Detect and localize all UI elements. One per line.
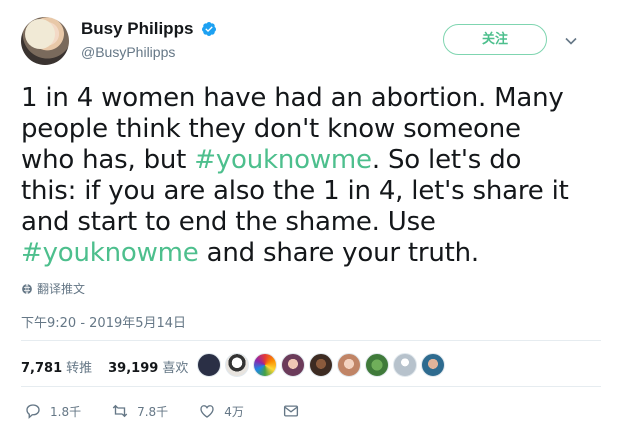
likes-stat[interactable]: 39,199 喜欢 <box>108 357 188 376</box>
author-handle[interactable]: @BusyPhilipps <box>81 44 175 60</box>
liker-avatar[interactable] <box>365 353 389 377</box>
retweets-count: 7,781 <box>21 361 63 376</box>
liker-avatar[interactable] <box>421 353 445 377</box>
divider <box>21 340 601 341</box>
envelope-icon <box>283 405 298 417</box>
heart-icon <box>200 405 214 418</box>
verified-badge-icon <box>201 22 216 36</box>
likes-count: 39,199 <box>108 361 159 376</box>
hashtag-link[interactable]: #youknowme <box>194 145 372 175</box>
tweet-stats: 7,781 转推 39,199 喜欢 <box>21 357 188 376</box>
author-avatar[interactable] <box>21 17 69 65</box>
liker-avatar[interactable] <box>393 353 417 377</box>
liker-avatar[interactable] <box>309 353 333 377</box>
liker-avatar[interactable] <box>337 353 361 377</box>
tweet-timestamp[interactable]: 下午9:20 - 2019年5月14日 <box>21 312 186 331</box>
like-button[interactable]: 4万 <box>198 402 244 420</box>
retweet-count: 7.8千 <box>137 404 169 419</box>
tweet-text: 1 in 4 women have had an abortion. Many … <box>21 83 581 269</box>
liker-avatars <box>197 353 445 377</box>
hashtag-link[interactable]: #youknowme <box>21 238 199 268</box>
liker-avatar[interactable] <box>225 353 249 377</box>
retweet-icon <box>112 404 128 418</box>
direct-message-button[interactable] <box>282 402 300 420</box>
tweet-text-segment: and share your truth. <box>198 238 480 268</box>
liker-avatar[interactable] <box>281 353 305 377</box>
author-name[interactable]: Busy Philipps <box>81 19 193 39</box>
retweets-label: 转推 <box>66 361 93 376</box>
liker-avatar[interactable] <box>197 353 221 377</box>
translate-tweet-link[interactable]: 翻译推文 <box>21 280 85 297</box>
divider <box>21 386 601 387</box>
liker-avatar[interactable] <box>253 353 277 377</box>
reply-button[interactable]: 1.8千 <box>24 402 81 420</box>
reply-count: 1.8千 <box>50 404 82 419</box>
follow-button[interactable]: 关注 <box>443 24 547 55</box>
reply-icon <box>26 404 40 419</box>
tweet-actions: 1.8千 7.8千 4万 <box>24 402 300 420</box>
retweet-button[interactable]: 7.8千 <box>111 402 168 420</box>
retweets-stat[interactable]: 7,781 转推 <box>21 357 92 376</box>
translate-label: 翻译推文 <box>37 282 86 296</box>
like-count: 4万 <box>224 404 244 419</box>
likes-label: 喜欢 <box>162 361 189 376</box>
chevron-down-icon[interactable] <box>563 33 579 49</box>
globe-icon <box>22 283 32 294</box>
